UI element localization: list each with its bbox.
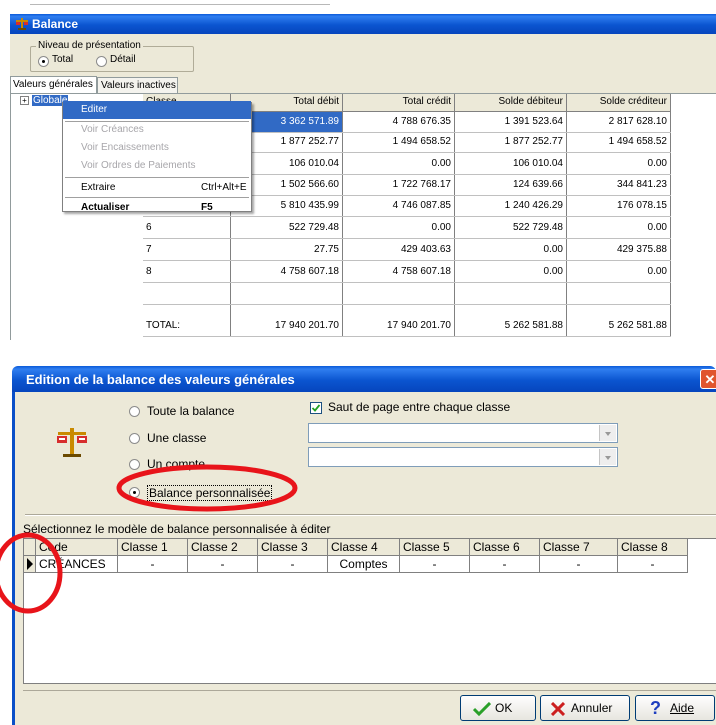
annotation-circle-balance-personnalisee (116, 464, 298, 512)
annotation-circle-row-indicator (0, 532, 63, 614)
annotation-layer (0, 464, 298, 614)
